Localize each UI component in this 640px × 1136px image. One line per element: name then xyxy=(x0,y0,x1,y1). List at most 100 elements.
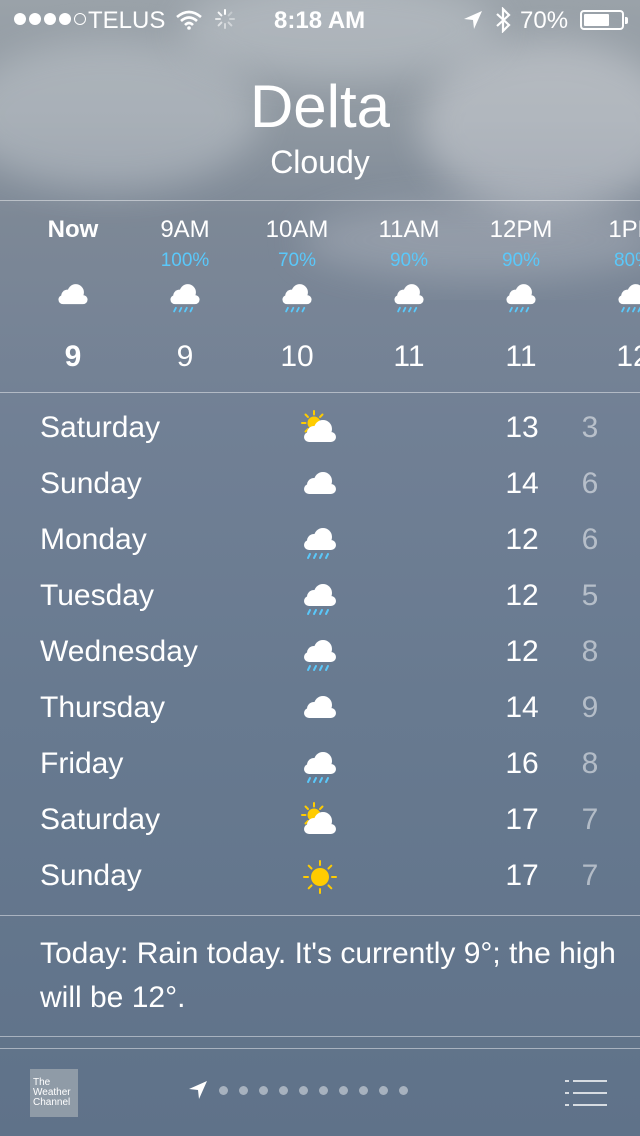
daily-row: Monday 12 6 xyxy=(0,513,640,569)
page-indicator[interactable] xyxy=(188,1080,408,1100)
carrier-label: TELUS xyxy=(88,7,166,34)
day-name: Sunday xyxy=(40,859,142,892)
high-temperature: 17 xyxy=(505,803,539,836)
page-dot-icon[interactable] xyxy=(359,1085,368,1095)
hour-temperature: 10 xyxy=(280,340,314,373)
daily-row: Sunday 17 7 xyxy=(0,849,640,905)
page-dot-icon[interactable] xyxy=(219,1085,228,1095)
page-dot-icon[interactable] xyxy=(299,1085,308,1095)
footer-bar: The Weather Channel xyxy=(0,1048,640,1136)
hour-label: 11AM xyxy=(378,216,440,243)
partly-sunny-icon xyxy=(298,801,342,841)
precip-chance: 70% xyxy=(277,250,317,271)
rain-icon xyxy=(389,276,429,316)
location-arrow-icon xyxy=(189,1081,207,1099)
low-temperature: 7 xyxy=(581,803,599,836)
sun-icon xyxy=(298,857,342,897)
daily-row: Tuesday 12 5 xyxy=(0,569,640,625)
clock: 8:18 AM xyxy=(274,7,366,34)
low-temperature: 3 xyxy=(581,411,599,444)
hour-label: 10AM xyxy=(265,216,329,243)
day-name: Friday xyxy=(40,747,124,780)
hour-temperature: 12 xyxy=(616,340,640,373)
low-temperature: 6 xyxy=(581,467,599,500)
logo-text-line: Channel xyxy=(33,1097,71,1108)
precip-chance: 90% xyxy=(389,250,429,271)
list-icon[interactable] xyxy=(564,1078,608,1108)
page-dot-icon[interactable] xyxy=(399,1085,408,1095)
day-name: Thursday xyxy=(40,691,166,724)
high-temperature: 12 xyxy=(505,579,539,612)
hour-temperature: 9 xyxy=(176,340,194,373)
rain-icon xyxy=(298,577,342,617)
hour-label: 12PM xyxy=(489,216,553,243)
page-dot-icon[interactable] xyxy=(239,1085,248,1095)
today-summary: Today: Rain today. It's currently 9°; th… xyxy=(40,937,616,1014)
low-temperature: 9 xyxy=(581,691,599,724)
rain-icon xyxy=(298,633,342,673)
hour-temperature: 11 xyxy=(393,340,425,373)
rain-icon xyxy=(277,276,317,316)
weather-channel-logo-icon[interactable]: The Weather Channel xyxy=(30,1069,78,1117)
day-name: Tuesday xyxy=(40,579,154,612)
high-temperature: 13 xyxy=(505,411,539,444)
bluetooth-icon xyxy=(496,7,511,33)
low-temperature: 6 xyxy=(581,523,599,556)
low-temperature: 8 xyxy=(581,747,599,780)
day-name: Saturday xyxy=(40,803,161,836)
wifi-icon xyxy=(176,10,202,30)
high-temperature: 12 xyxy=(505,523,539,556)
day-name: Sunday xyxy=(40,467,142,500)
daily-row: Wednesday 12 8 xyxy=(0,625,640,681)
daily-row: Saturday 17 7 xyxy=(0,793,640,849)
rain-icon xyxy=(298,745,342,785)
battery-icon xyxy=(580,10,628,30)
high-temperature: 14 xyxy=(505,691,539,724)
hour-temperature: 9 xyxy=(64,340,82,373)
precip-chance: 80% xyxy=(613,250,640,271)
high-temperature: 16 xyxy=(505,747,539,780)
low-temperature: 8 xyxy=(581,635,599,668)
page-dot-icon[interactable] xyxy=(339,1085,348,1095)
precip-chance: 100% xyxy=(160,250,210,271)
page-dot-icon[interactable] xyxy=(279,1085,288,1095)
daily-row: Friday 16 8 xyxy=(0,737,640,793)
daily-row: Sunday 14 6 xyxy=(0,457,640,513)
divider xyxy=(0,1036,640,1037)
high-temperature: 17 xyxy=(505,859,539,892)
divider xyxy=(0,392,640,393)
low-temperature: 5 xyxy=(581,579,599,612)
rain-icon xyxy=(613,276,640,316)
daily-row: Thursday 14 9 xyxy=(0,681,640,737)
hour-label: 9AM xyxy=(160,216,210,243)
rain-icon xyxy=(501,276,541,316)
location-arrow-icon xyxy=(464,11,482,29)
page-dot-icon[interactable] xyxy=(259,1085,268,1095)
hour-temperature: 11 xyxy=(505,340,537,373)
current-condition: Cloudy xyxy=(270,144,370,180)
low-temperature: 7 xyxy=(581,859,599,892)
cloud-icon xyxy=(53,276,93,316)
day-name: Monday xyxy=(40,523,147,556)
rain-icon xyxy=(298,521,342,561)
signal-strength-icon xyxy=(14,13,86,25)
precip-chance: 90% xyxy=(501,250,541,271)
hour-label: 1PM xyxy=(608,216,640,243)
hourly-forecast-strip[interactable]: Now 9 9AM 100% 9 10AM 70% 10 11AM 90% 11 12PM 90% 11 1… xyxy=(0,200,640,392)
city-name: Delta xyxy=(249,73,391,140)
status-bar: TELUS 8:18 AM 70% xyxy=(0,0,640,40)
divider xyxy=(0,915,640,916)
day-name: Saturday xyxy=(40,411,161,444)
day-name: Wednesday xyxy=(40,635,198,668)
partly-sunny-icon xyxy=(298,409,342,449)
rain-icon xyxy=(165,276,205,316)
daily-row: Saturday 13 3 xyxy=(0,401,640,457)
cloud-icon xyxy=(298,465,342,505)
page-dot-icon[interactable] xyxy=(379,1085,388,1095)
high-temperature: 12 xyxy=(505,635,539,668)
page-dot-icon[interactable] xyxy=(319,1085,328,1095)
activity-spinner-icon xyxy=(215,9,235,29)
battery-percentage: 70% xyxy=(520,7,569,34)
cloud-icon xyxy=(298,689,342,729)
high-temperature: 14 xyxy=(505,467,539,500)
